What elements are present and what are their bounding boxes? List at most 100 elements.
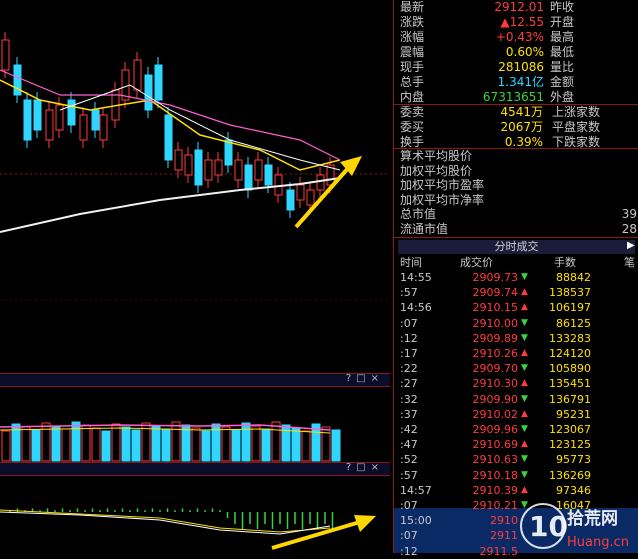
tick-time: :57	[400, 286, 418, 300]
tick-row[interactable]: :47 2910.69 ▲ 123125	[394, 437, 638, 452]
tick-time: :17	[400, 347, 418, 360]
tick-row[interactable]: :12 2909.89 ▼ 133283	[394, 331, 638, 346]
volume-bars-group	[0, 421, 341, 462]
candle-body	[224, 139, 233, 166]
candle-body	[23, 99, 32, 141]
tick-row[interactable]: :57 2909.74 ▲ 138537	[394, 285, 638, 300]
tick-price: 2910.26	[472, 347, 519, 360]
breadth-value: 2067万	[500, 120, 543, 134]
tick-price: 2911	[490, 529, 518, 543]
scroll-right-icon[interactable]: ▶	[627, 240, 637, 254]
tick-time: :37	[400, 407, 418, 421]
breadth-row: 委卖 4541万 上涨家数	[394, 105, 638, 120]
candle-body	[45, 109, 54, 141]
tick-volume: 97346	[556, 483, 591, 497]
tick-row[interactable]: :17 2910.26 ▲ 124120	[394, 346, 638, 361]
candle-body	[33, 99, 42, 131]
index-info-label: 流通市值	[400, 221, 449, 236]
tick-volume: 95773	[556, 453, 591, 467]
tick-price: 2911.5	[479, 544, 519, 558]
volume-bar	[251, 425, 261, 462]
candle-body	[1, 39, 10, 71]
candle-body	[214, 159, 223, 176]
tick-time: :12	[400, 331, 418, 345]
index-info-label: 总市值	[400, 207, 437, 221]
up-arrow-icon: ▲	[521, 302, 528, 313]
panel-controls[interactable]: ?□×	[346, 373, 384, 384]
tick-row[interactable]: :32 2909.90 ▼ 136791	[394, 392, 638, 407]
volume-bar	[221, 426, 231, 462]
tick-price: 2909.89	[472, 331, 519, 345]
kline-chart-area[interactable]: ?□× ?□×	[0, 0, 390, 553]
candle-body	[144, 74, 153, 111]
watermark-logo: 10 拾荒网 Huang.cn	[515, 500, 638, 553]
volume-panel-header: ?□×	[0, 373, 390, 387]
index-cap-value: 28	[621, 222, 637, 236]
quote-value: ▲12.55	[500, 15, 544, 29]
tick-price: 2910.63	[472, 453, 519, 467]
volume-bar	[201, 430, 211, 462]
tick-time: :07	[400, 316, 418, 330]
tick-price: 2910.15	[472, 301, 519, 315]
candle-body	[244, 164, 253, 191]
volume-bar	[21, 426, 31, 462]
candle-body	[316, 174, 325, 191]
quote-row: 震幅 0.60% 最低	[394, 45, 638, 60]
tick-row[interactable]: :07 2910.00 ▼ 86125	[394, 316, 638, 331]
index-info-label: 加权平均市净率	[400, 192, 485, 207]
tick-row[interactable]: 14:57 2910.39 ▲ 97346	[394, 483, 638, 498]
tick-volume: 86125	[556, 316, 591, 330]
volume-bar	[191, 427, 201, 462]
volume-bar	[91, 427, 101, 462]
quote-label-2: 量比	[550, 60, 575, 74]
tick-row[interactable]: :42 2909.96 ▼ 123067	[394, 422, 638, 437]
tick-row[interactable]: :57 2910.18 ▼ 136269	[394, 468, 638, 483]
tick-row[interactable]: 14:55 2909.73 ▼ 88842	[394, 270, 638, 285]
tick-row[interactable]: 14:56 2910.15 ▲ 106197	[394, 300, 638, 315]
down-arrow-icon: ▼	[521, 332, 528, 343]
tick-price: 2910.00	[472, 316, 519, 330]
tick-row[interactable]: :52 2910.63 ▼ 95773	[394, 452, 638, 467]
volume-bar	[171, 421, 181, 462]
candle-body	[184, 154, 193, 176]
watermark-num: 10	[529, 510, 568, 543]
divider	[394, 237, 638, 238]
breadth-label-2: 平盘家数	[552, 120, 601, 134]
volume-bar	[231, 429, 241, 462]
tick-price: 2910.18	[472, 468, 519, 482]
volume-bar	[61, 428, 71, 462]
quote-value: +0.43%	[495, 30, 544, 44]
quote-row: 最新 2912.01 昨收	[394, 0, 638, 15]
index-info-label: 算术平均股价	[400, 149, 473, 163]
volume-bar	[321, 426, 331, 462]
quote-label: 内盘	[400, 90, 425, 104]
index-info-label: 加权平均市盈率	[400, 178, 485, 192]
candles-group	[1, 32, 335, 218]
volume-bar	[181, 424, 191, 462]
quote-value: 2912.01	[494, 0, 544, 14]
breadth-label-2: 上涨家数	[552, 105, 601, 119]
tick-price: 2909.70	[472, 362, 519, 376]
quote-value: 1.341亿	[497, 75, 544, 89]
candle-body	[306, 189, 315, 206]
tick-time: :07	[400, 529, 418, 543]
down-arrow-icon: ▼	[521, 363, 528, 374]
tick-volume: 124120	[549, 347, 591, 360]
breadth-label: 委买	[400, 120, 425, 134]
quote-row: 涨跌 ▲12.55 开盘	[394, 15, 638, 30]
quote-row: 现手 281086 量比	[394, 60, 638, 75]
breadth-row: 委买 2067万 平盘家数	[394, 120, 638, 135]
tick-row[interactable]: :27 2910.30 ▲ 135451	[394, 376, 638, 391]
down-arrow-icon: ▼	[521, 469, 528, 480]
panel-controls[interactable]: ?□×	[346, 462, 384, 473]
macd-group	[0, 508, 334, 535]
tick-row[interactable]: :22 2909.70 ▼ 105890	[394, 361, 638, 376]
candle-body	[67, 99, 76, 126]
tick-volume: 135451	[549, 377, 591, 391]
tick-price: 2910.21	[472, 499, 519, 512]
tick-time: :32	[400, 392, 418, 406]
tick-row[interactable]: :37 2910.02 ▲ 95231	[394, 407, 638, 422]
col-extra: 笔	[624, 256, 635, 269]
tick-panel-title[interactable]: 分时成交	[398, 240, 635, 254]
quote-value: 0.60%	[505, 45, 544, 59]
